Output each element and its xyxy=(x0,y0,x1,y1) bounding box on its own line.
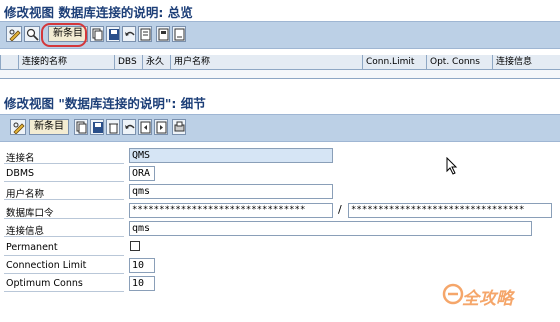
divider xyxy=(4,199,124,200)
previous-entry-button[interactable] xyxy=(138,119,152,135)
divider xyxy=(4,181,124,182)
overview-title: 修改视图 数据库连接的说明: 总览 xyxy=(4,5,193,20)
copy-icon xyxy=(92,28,103,41)
dbms-field[interactable]: ORA xyxy=(129,166,155,181)
print-button[interactable] xyxy=(172,119,186,135)
copy-button[interactable] xyxy=(90,26,104,42)
pencil-glasses-icon xyxy=(9,29,21,41)
connection-info-label: 连接信息 xyxy=(6,226,45,237)
save-button[interactable] xyxy=(106,26,120,42)
next-entry-icon xyxy=(156,121,167,134)
password-label: 数据库口令 xyxy=(6,208,54,219)
password-confirm-field[interactable]: ******************************** xyxy=(348,203,552,218)
save-button[interactable] xyxy=(90,119,104,135)
undo-button[interactable] xyxy=(122,119,136,135)
edit-pencil-button[interactable] xyxy=(6,26,22,42)
password-separator: / xyxy=(338,203,342,216)
divider xyxy=(4,236,124,237)
overview-table-header: 连接的名称 DBS 永久 用户名称 Conn.Limit Opt. Conns … xyxy=(0,55,560,70)
select-all-icon xyxy=(140,28,151,41)
overview-toolbar: 新条目 xyxy=(0,21,560,49)
copy-button[interactable] xyxy=(74,119,88,135)
user-name-label: 用户名称 xyxy=(6,189,45,200)
divider xyxy=(4,273,124,274)
column-header-permanent[interactable]: 永久 xyxy=(142,55,170,69)
save-icon xyxy=(109,29,119,40)
select-block-icon xyxy=(158,28,169,41)
undo-button[interactable] xyxy=(122,26,136,42)
connection-limit-label: Connection Limit xyxy=(6,260,87,271)
delete-icon xyxy=(109,123,118,134)
column-header-connection-name[interactable]: 连接的名称 xyxy=(18,55,114,69)
connection-name-field[interactable]: QMS xyxy=(129,148,333,163)
highlight-ring xyxy=(41,23,87,47)
divider xyxy=(4,255,124,256)
previous-entry-icon xyxy=(140,121,151,134)
mouse-cursor-icon xyxy=(446,157,458,175)
optimum-conns-label: Optimum Conns xyxy=(6,278,83,289)
permanent-label: Permanent xyxy=(6,242,58,253)
column-header-user-name[interactable]: 用户名称 xyxy=(170,55,362,69)
optimum-conns-field[interactable]: 10 xyxy=(129,276,155,291)
table-row[interactable] xyxy=(0,70,560,79)
connection-name-label: 连接名 xyxy=(6,153,35,164)
connection-info-field[interactable]: qms xyxy=(129,221,532,236)
divider xyxy=(4,291,124,292)
delete-button[interactable] xyxy=(106,119,120,135)
print-icon xyxy=(174,121,185,132)
detail-title: 修改视图 "数据库连接的说明": 细节 xyxy=(4,96,206,111)
save-icon xyxy=(93,122,103,133)
display-change-button[interactable] xyxy=(24,26,40,42)
column-header-opt-conns[interactable]: Opt. Conns xyxy=(426,55,492,69)
deselect-all-button[interactable] xyxy=(172,26,186,42)
column-header-conn-limit[interactable]: Conn.Limit xyxy=(362,55,426,69)
watermark-logo-icon xyxy=(442,283,464,305)
divider xyxy=(4,163,124,164)
copy-icon xyxy=(76,121,87,134)
detail-toolbar: 新条目 xyxy=(0,114,560,142)
column-header-dbs[interactable]: DBS xyxy=(114,55,142,69)
watermark-text: 全攻略 xyxy=(462,289,513,309)
dbms-label: DBMS xyxy=(6,168,35,179)
magnifier-icon xyxy=(26,28,39,41)
undo-icon xyxy=(125,124,135,129)
select-all-button[interactable] xyxy=(138,26,152,42)
pencil-glasses-icon xyxy=(13,122,25,134)
password-field[interactable]: ******************************** xyxy=(129,203,333,218)
permanent-checkbox[interactable] xyxy=(130,241,140,251)
connection-limit-field[interactable]: 10 xyxy=(129,258,155,273)
select-block-button[interactable] xyxy=(156,26,170,42)
row-selector-header[interactable] xyxy=(0,55,18,69)
next-entry-button[interactable] xyxy=(154,119,168,135)
column-header-connection-info[interactable]: 连接信息 xyxy=(492,55,560,69)
deselect-icon xyxy=(174,28,185,41)
divider xyxy=(4,218,124,219)
new-entries-button[interactable]: 新条目 xyxy=(29,119,69,135)
edit-pencil-button[interactable] xyxy=(10,119,26,135)
undo-icon xyxy=(125,31,135,36)
user-name-field[interactable]: qms xyxy=(129,184,333,199)
